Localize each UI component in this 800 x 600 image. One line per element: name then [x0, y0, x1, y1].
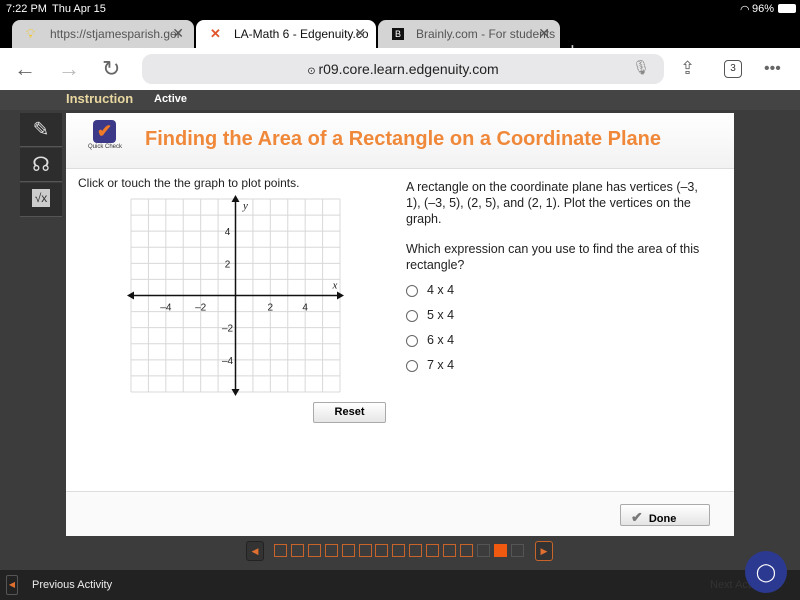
done-button[interactable]: ✔ Done [620, 504, 710, 526]
section-label: Instruction [66, 91, 134, 106]
activity-nav-bar: ◀ Previous Activity Next Activity [0, 570, 800, 600]
time: 7:22 PM [6, 3, 47, 15]
page-indicator[interactable] [409, 544, 423, 557]
y-tick-label: –4 [222, 356, 234, 367]
question-prompt: Which expression can you use to find the… [406, 242, 700, 272]
math-tool[interactable]: √x [20, 183, 62, 217]
page-indicator[interactable] [358, 544, 372, 557]
headphones-icon: ☊ [32, 154, 50, 176]
page-indicator[interactable] [290, 544, 304, 557]
tab-bar: 💡︎ https://stjamesparish.ger ✕ ✕ LA-Math 6 … [0, 18, 800, 63]
reload-icon[interactable]: ↻ [102, 56, 120, 82]
more-icon[interactable]: ••• [764, 60, 781, 78]
microphone-icon[interactable]: 🎙︎ [632, 59, 650, 76]
next-page-button[interactable]: ▶ [535, 541, 553, 561]
x-tick-label: 4 [302, 303, 308, 314]
page-indicator[interactable] [375, 544, 389, 557]
y-tick-label: 2 [225, 259, 231, 270]
y-tick-label: 4 [225, 227, 231, 238]
page-indicator[interactable] [426, 544, 440, 557]
page-indicator[interactable] [476, 544, 490, 557]
date: Thu Apr 15 [52, 3, 106, 15]
pencil-icon: ✎ [32, 119, 50, 141]
lock-icon: ⊙ [307, 66, 319, 77]
share-icon[interactable]: ⇪ [680, 58, 695, 79]
close-tab-icon[interactable]: ✕ [538, 25, 550, 42]
radio-button[interactable] [406, 284, 418, 297]
pencil-tool[interactable]: ✎ [20, 113, 62, 147]
card-header: ✔ Quick Check Finding the Area of a Rect… [66, 113, 734, 169]
left-arrow-icon: ◀ [8, 580, 16, 589]
wifi-icon: ◠ [740, 4, 750, 16]
y-axis-label: y [242, 200, 248, 212]
url-field[interactable]: ⊙ r09.core.learn.edgenuity.com 🎙︎ [142, 54, 664, 84]
instruction-text: Click or touch the the graph to plot poi… [78, 176, 300, 190]
option-2[interactable]: 5 x 4 [406, 308, 454, 322]
previous-page-button[interactable]: ◀ [246, 541, 264, 561]
page-indicator[interactable] [493, 544, 507, 557]
x-axis-label: x [332, 280, 338, 292]
brainly-icon: B [392, 28, 405, 40]
page-indicator[interactable] [510, 544, 524, 557]
battery-level: 96% [752, 3, 775, 15]
page-title: Finding the Area of a Rectangle on a Coo… [145, 128, 661, 150]
option-1[interactable]: 4 x 4 [406, 283, 454, 297]
audio-tool[interactable]: ☊ [20, 148, 62, 182]
lightbulb-icon: 💡︎ [26, 26, 36, 41]
page-indicator[interactable] [274, 544, 287, 557]
reset-button[interactable]: Reset [313, 402, 386, 423]
left-arrow-icon: ◀ [251, 546, 259, 556]
address-bar: ← → ↻ ⊙ r09.core.learn.edgenuity.com 🎙︎ ⇪… [0, 48, 800, 90]
activity-status: Active [154, 93, 188, 105]
checkmark-icon: ✔ [93, 120, 116, 143]
chat-bubble-icon: ◯ [755, 562, 777, 582]
battery-icon [778, 4, 796, 13]
page-indicator[interactable] [324, 544, 338, 557]
page-indicator[interactable] [307, 544, 321, 557]
card-footer: ✔ Done [66, 491, 734, 536]
close-tab-icon[interactable]: ✕ [354, 25, 366, 42]
status-bar: 7:22 PM Thu Apr 15 ◠ 96% [0, 0, 800, 18]
radio-button[interactable] [406, 309, 418, 322]
back-icon[interactable]: ← [14, 56, 36, 82]
coordinate-graph[interactable]: –4 –2 2 4 4 2 –2 –4 x y [126, 195, 346, 397]
check-icon: ✔ [631, 509, 643, 525]
tab-count-button[interactable]: 3 [724, 60, 742, 78]
x-tick-label: 2 [268, 303, 274, 314]
activity-header: Instruction Active [0, 90, 800, 110]
option-3[interactable]: 6 x 4 [406, 333, 454, 347]
x-tick-label: –2 [195, 303, 207, 314]
tab-edgenuity[interactable]: ✕ LA-Math 6 - Edgenuity.co ✕ [196, 20, 376, 48]
y-tick-label: –2 [222, 324, 234, 335]
forward-icon[interactable]: → [58, 56, 80, 82]
radio-button[interactable] [406, 334, 418, 347]
tab-stjames[interactable]: 💡︎ https://stjamesparish.ger ✕ [12, 20, 194, 48]
square-root-icon: √x [31, 189, 51, 207]
page-indicator[interactable] [443, 544, 456, 557]
close-tab-icon[interactable]: ✕ [172, 25, 184, 42]
edgenuity-icon: ✕ [210, 26, 221, 41]
option-4[interactable]: 7 x 4 [406, 358, 454, 372]
question-card: ✔ Quick Check Finding the Area of a Rect… [66, 113, 734, 536]
tab-brainly[interactable]: B Brainly.com - For students ✕ [378, 20, 560, 48]
right-arrow-icon: ▶ [540, 546, 548, 556]
page-indicator[interactable] [392, 544, 406, 557]
chat-button[interactable]: ◯ [745, 551, 787, 593]
question-text: A rectangle on the coordinate plane has … [406, 180, 698, 226]
page-indicator[interactable] [341, 544, 355, 557]
page-indicator[interactable] [459, 544, 473, 557]
quick-check-label: Quick Check [88, 144, 123, 150]
radio-button[interactable] [406, 359, 418, 372]
previous-activity-button[interactable]: ◀ [6, 575, 18, 595]
x-tick-label: –4 [160, 303, 172, 314]
previous-activity-label[interactable]: Previous Activity [32, 579, 112, 591]
